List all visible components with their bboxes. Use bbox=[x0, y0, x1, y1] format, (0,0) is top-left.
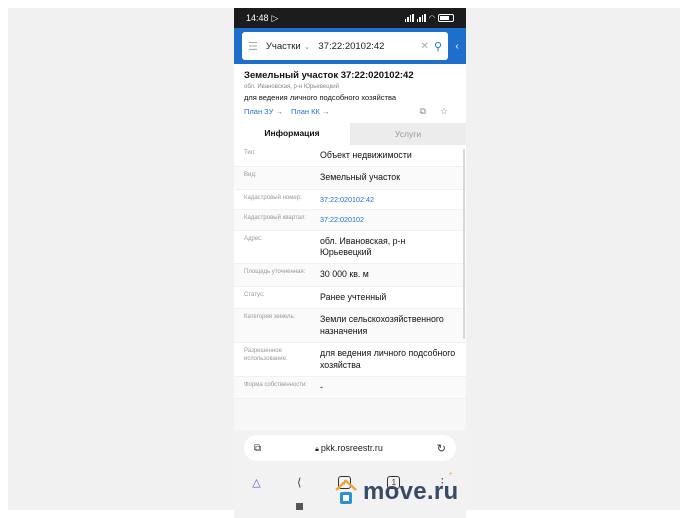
share-icon[interactable]: ⟨ bbox=[297, 476, 301, 489]
watermark: move.ru bbox=[334, 478, 458, 506]
row-value: Объект недвижимости bbox=[320, 150, 412, 160]
row-label: Площадь уточненная: bbox=[244, 269, 306, 276]
lock-icon: 🔒︎ bbox=[315, 445, 319, 453]
row-label: Кадастровый квартал: bbox=[244, 215, 307, 222]
row-label: Кадастровый номер: bbox=[244, 194, 302, 201]
tab-bar: Информация Услуги bbox=[234, 123, 466, 145]
search-type-select[interactable]: Участки bbox=[266, 41, 301, 52]
table-row: Разрешенное использование: для ведения л… bbox=[234, 343, 466, 377]
watermark-text: move.ru bbox=[363, 478, 459, 505]
reload-icon[interactable]: ↻ bbox=[437, 442, 446, 455]
cadastral-quarter-link[interactable]: 37:22:020102 bbox=[320, 215, 456, 224]
site-settings-icon[interactable]: ⧉ bbox=[254, 443, 261, 454]
row-value: Земли сельскохозяйственного назначения bbox=[320, 314, 444, 336]
plan-zu-link[interactable]: План ЗУ → bbox=[244, 107, 283, 116]
cadastral-number-link[interactable]: 37:22:020102:42 bbox=[320, 195, 456, 204]
row-label: Разрешенное использование: bbox=[244, 348, 288, 362]
watermark-logo bbox=[335, 479, 357, 504]
assistant-icon[interactable]: △ bbox=[252, 476, 260, 489]
parcel-title: Земельный участок 37:22:020102:42 bbox=[244, 70, 414, 81]
parcel-card: Земельный участок 37:22:020102:42 обл. И… bbox=[234, 64, 466, 123]
wifi-icon: ◠ bbox=[428, 15, 435, 22]
url-value: pkk.rosreestr.ru bbox=[320, 442, 383, 453]
table-row: Адрес: обл. Ивановская, р-н Юрьевецкий bbox=[234, 231, 466, 265]
clear-icon[interactable]: ✕ bbox=[421, 41, 429, 52]
parcel-purpose: для ведения личного подсобного хозяйства bbox=[244, 93, 397, 102]
search-query[interactable]: 37:22:20102:42 bbox=[318, 41, 420, 52]
tab-services[interactable]: Услуги bbox=[350, 123, 466, 145]
row-value: Земельный участок bbox=[320, 172, 401, 183]
status-time: 14:48 bbox=[246, 13, 269, 23]
row-label: Категория земель: bbox=[244, 314, 296, 321]
table-row: Вид: Земельный участок bbox=[234, 167, 466, 190]
signal-icon-2 bbox=[416, 14, 426, 22]
row-label: Форма собственности: bbox=[244, 381, 308, 388]
table-row: Кадастровый номер: 37:22:020102:42 bbox=[234, 190, 466, 211]
search-input[interactable]: ☰ Участки ⌄ 37:22:20102:42 ✕ ⚲ bbox=[242, 32, 448, 60]
info-table: Тип: Объект недвижимости Вид: Земельный … bbox=[234, 145, 466, 400]
table-row: Категория земель: Земли сельскохозяйстве… bbox=[234, 309, 466, 344]
row-value: 30 000 кв. м bbox=[320, 269, 369, 280]
address-bar[interactable]: ⧉ 🔒︎ pkk.rosreestr.ru ↻ bbox=[244, 435, 456, 461]
table-row: Площадь уточненная: 30 000 кв. м bbox=[234, 264, 466, 287]
star-icon[interactable]: ☆ bbox=[440, 106, 448, 117]
row-label: Статус: bbox=[244, 291, 265, 298]
cast-icon: ▷ bbox=[271, 12, 279, 23]
search-icon[interactable]: ⚲ bbox=[434, 40, 442, 53]
row-value: для ведения личного подсобного хозяйства bbox=[320, 348, 456, 370]
menu-icon[interactable]: ☰ bbox=[248, 40, 258, 53]
row-value: Ранее учтенный bbox=[320, 291, 387, 302]
recents-icon[interactable] bbox=[296, 503, 303, 510]
row-label: Тип: bbox=[244, 150, 256, 156]
copy-icon[interactable]: ⧉ bbox=[419, 106, 425, 117]
table-row: Форма собственности: - bbox=[234, 376, 466, 400]
plan-kk-link[interactable]: План КК → bbox=[291, 107, 330, 116]
table-row: Статус: Ранее учтенный bbox=[234, 287, 466, 310]
tab-info[interactable]: Информация bbox=[234, 123, 350, 145]
row-label: Вид: bbox=[244, 172, 257, 179]
parcel-region: обл. Ивановская, р-н Юрьевецкий bbox=[244, 84, 339, 90]
row-value: - bbox=[320, 381, 323, 392]
status-bar: 14:48 ▷ ◠ bbox=[234, 8, 466, 28]
signal-icon bbox=[404, 14, 414, 22]
table-row: Тип: Объект недвижимости bbox=[234, 145, 466, 168]
row-label: Адрес: bbox=[244, 235, 263, 242]
collapse-panel-icon[interactable]: ‹ bbox=[452, 41, 462, 52]
url-text[interactable]: 🔒︎ pkk.rosreestr.ru bbox=[261, 443, 437, 454]
battery-icon bbox=[438, 14, 454, 22]
chevron-down-icon[interactable]: ⌄ bbox=[304, 42, 311, 51]
search-bar: ☰ Участки ⌄ 37:22:20102:42 ✕ ⚲ ‹ bbox=[234, 28, 466, 64]
row-value: обл. Ивановская, р-н Юрьевецкий bbox=[320, 235, 406, 257]
table-row: Кадастровый квартал: 37:22:020102 bbox=[234, 210, 466, 231]
phone-screen: 14:48 ▷ ◠ ☰ Участки ⌄ 37:22:20102:42 ✕ ⚲… bbox=[234, 8, 466, 518]
scrollbar[interactable] bbox=[463, 149, 465, 339]
